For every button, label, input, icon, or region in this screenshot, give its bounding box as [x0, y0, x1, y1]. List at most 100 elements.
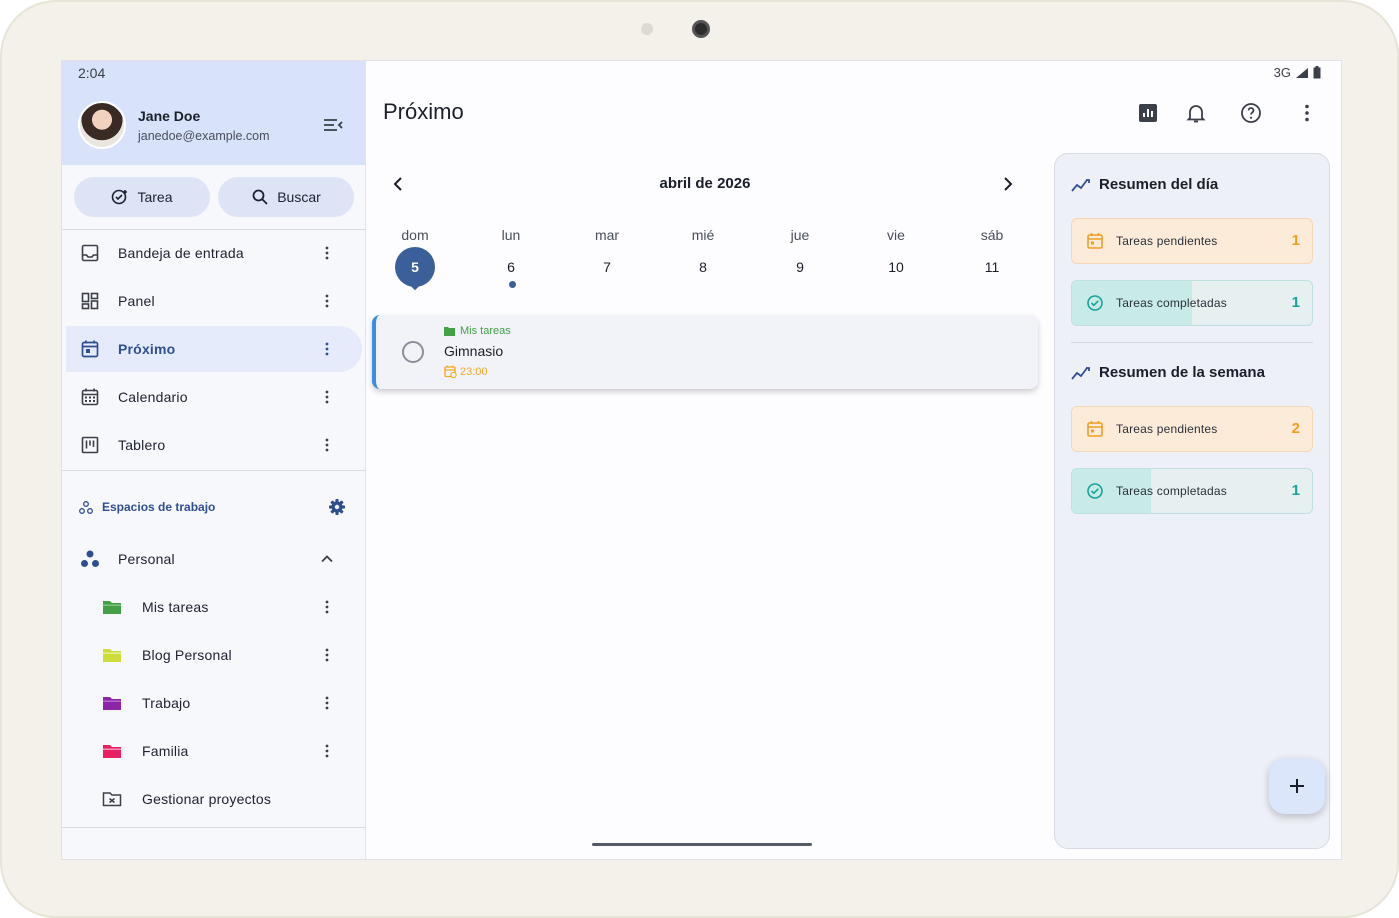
project-label: Trabajo: [142, 695, 191, 711]
summary-panel: Resumen del día Tareas pendientes 1 Tare…: [1054, 153, 1330, 849]
workspace-group-personal[interactable]: Personal: [66, 536, 362, 582]
chevron-up-icon[interactable]: [318, 550, 336, 568]
more-vert-icon[interactable]: [318, 436, 336, 454]
folder-icon: [444, 326, 455, 336]
workspaces-title: Espacios de trabajo: [102, 500, 216, 514]
weekday-label: sáb: [980, 227, 1004, 243]
more-vert-icon[interactable]: [318, 742, 336, 760]
sidebar-item-upcoming[interactable]: Próximo: [66, 326, 362, 372]
more-vert-icon[interactable]: [318, 388, 336, 406]
add-task-icon: [112, 189, 128, 205]
weekday-label: mar: [594, 227, 620, 243]
more-vert-icon[interactable]: [1295, 101, 1319, 125]
project-label: Mis tareas: [142, 599, 209, 615]
day-cell[interactable]: 6: [481, 259, 541, 275]
check-circle-icon: [1087, 295, 1103, 311]
week-summary-title: Resumen de la semana: [1099, 364, 1265, 381]
plus-icon: [1290, 779, 1304, 793]
folder-icon: [103, 601, 121, 614]
board-icon: [81, 436, 99, 454]
sidebar-item-calendar[interactable]: Calendario: [66, 374, 362, 420]
task-due: 23:00: [444, 365, 488, 378]
day-cell[interactable]: 11: [962, 259, 1022, 275]
battery-icon: [1313, 66, 1321, 79]
week-done-count: 1: [1291, 482, 1300, 499]
dashboard-icon: [81, 292, 99, 310]
sensor-dot: [641, 23, 653, 35]
project-label: Familia: [142, 743, 189, 759]
search-label: Buscar: [277, 189, 321, 205]
sidebar-item-label: Bandeja de entrada: [118, 245, 244, 261]
search-button[interactable]: Buscar: [218, 177, 354, 217]
chevron-right-icon[interactable]: [998, 173, 1018, 195]
task-project-label: Mis tareas: [460, 325, 511, 337]
status-time: 2:04: [78, 65, 106, 81]
weekday-label: mié: [691, 227, 715, 243]
sidebar-item-label: Próximo: [118, 341, 176, 357]
manage-projects-label: Gestionar proyectos: [142, 791, 272, 807]
project-item-blog-personal[interactable]: Blog Personal: [90, 632, 362, 678]
task-card[interactable]: Mis tareas Gimnasio 23:00: [372, 315, 1038, 389]
new-task-label: Tarea: [137, 189, 173, 205]
avatar[interactable]: [78, 101, 126, 149]
sidebar-item-dashboard[interactable]: Panel: [66, 278, 362, 324]
more-vert-icon[interactable]: [318, 598, 336, 616]
chevron-left-icon[interactable]: [388, 173, 408, 195]
day-cell-selected[interactable]: 5: [395, 247, 435, 287]
collapse-menu-icon[interactable]: [322, 115, 344, 135]
task-complete-checkbox[interactable]: [402, 341, 424, 363]
sidebar-item-label: Panel: [118, 293, 155, 309]
stats-icon[interactable]: [1136, 101, 1160, 125]
help-icon[interactable]: [1239, 101, 1263, 125]
folder-icon: [103, 745, 121, 758]
new-task-button[interactable]: Tarea: [74, 177, 210, 217]
more-vert-icon[interactable]: [318, 646, 336, 664]
main-content: 3G Próximo abril de 2026 dom lun mar mié…: [367, 61, 1341, 859]
sidebar-item-inbox[interactable]: Bandeja de entrada: [66, 230, 362, 276]
week-pending-count: 2: [1291, 420, 1300, 437]
weekday-label: jue: [790, 227, 810, 243]
week-pending-label: Tareas pendientes: [1116, 422, 1218, 436]
sidebar: 2:04 Jane Doe janedoe@example.com Tarea: [62, 61, 366, 859]
gesture-home-bar[interactable]: [592, 843, 812, 846]
week-done-card[interactable]: Tareas completadas 1: [1071, 468, 1313, 514]
project-item-mis-tareas[interactable]: Mis tareas: [90, 584, 362, 630]
more-vert-icon[interactable]: [318, 340, 336, 358]
day-cell[interactable]: 7: [577, 259, 637, 275]
project-item-familia[interactable]: Familia: [90, 728, 362, 774]
calendar-icon: [1087, 421, 1103, 437]
calendar-clock-icon: [444, 365, 457, 378]
folder-icon: [103, 697, 121, 710]
project-label: Blog Personal: [142, 647, 232, 663]
day-cell[interactable]: 8: [673, 259, 733, 275]
sidebar-item-board[interactable]: Tablero: [66, 422, 362, 468]
add-task-fab[interactable]: [1269, 758, 1325, 814]
manage-projects-item[interactable]: Gestionar proyectos: [90, 776, 362, 822]
trend-icon: [1071, 178, 1090, 192]
week-pending-card[interactable]: Tareas pendientes 2: [1071, 406, 1313, 452]
week-done-label: Tareas completadas: [1116, 484, 1227, 498]
project-item-trabajo[interactable]: Trabajo: [90, 680, 362, 726]
day-done-card[interactable]: Tareas completadas 1: [1071, 280, 1313, 326]
page-title: Próximo: [383, 99, 464, 124]
more-vert-icon[interactable]: [318, 694, 336, 712]
bell-icon[interactable]: [1184, 101, 1208, 125]
camera-lens: [692, 20, 710, 38]
more-vert-icon[interactable]: [318, 244, 336, 262]
day-cell[interactable]: 10: [866, 259, 926, 275]
month-label: abril de 2026: [659, 175, 751, 192]
user-name: Jane Doe: [138, 108, 201, 124]
network-label: 3G: [1273, 65, 1291, 80]
divider: [62, 470, 365, 471]
status-bar-right: 3G: [1274, 65, 1321, 80]
workspace-group-icon: [81, 550, 99, 567]
day-summary-title: Resumen del día: [1099, 176, 1219, 193]
task-project-tag: Mis tareas: [444, 325, 511, 337]
more-vert-icon[interactable]: [318, 292, 336, 310]
day-pending-label: Tareas pendientes: [1116, 234, 1218, 248]
day-pending-card[interactable]: Tareas pendientes 1: [1071, 218, 1313, 264]
gear-icon[interactable]: [328, 498, 346, 516]
day-cell[interactable]: 9: [770, 259, 830, 275]
tablet-frame: 2:04 Jane Doe janedoe@example.com Tarea: [0, 0, 1399, 918]
workspace-group-label: Personal: [118, 551, 175, 567]
